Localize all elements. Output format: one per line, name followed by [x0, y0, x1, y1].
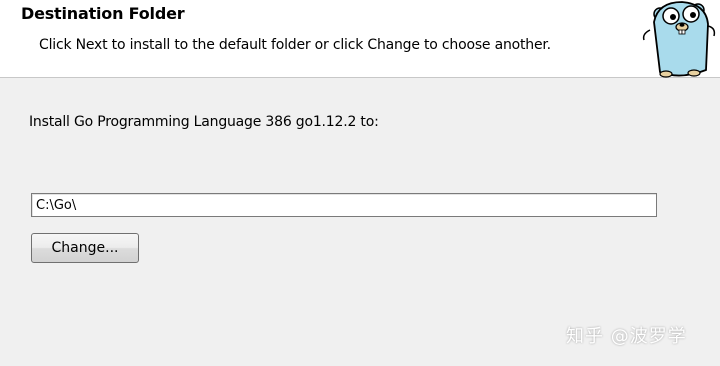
watermark-text: 知乎 @波罗学 [566, 326, 687, 347]
gopher-mascot-icon [642, 1, 716, 78]
header-banner: Destination Folder Click Next to install… [0, 0, 720, 78]
install-location-label: Install Go Programming Language 386 go1.… [29, 114, 379, 130]
installer-dialog: Destination Folder Click Next to install… [0, 0, 720, 366]
page-subtitle: Click Next to install to the default fol… [39, 37, 551, 53]
change-button[interactable]: Change... [31, 233, 139, 263]
install-path-input[interactable] [31, 193, 657, 217]
page-title: Destination Folder [21, 4, 185, 23]
